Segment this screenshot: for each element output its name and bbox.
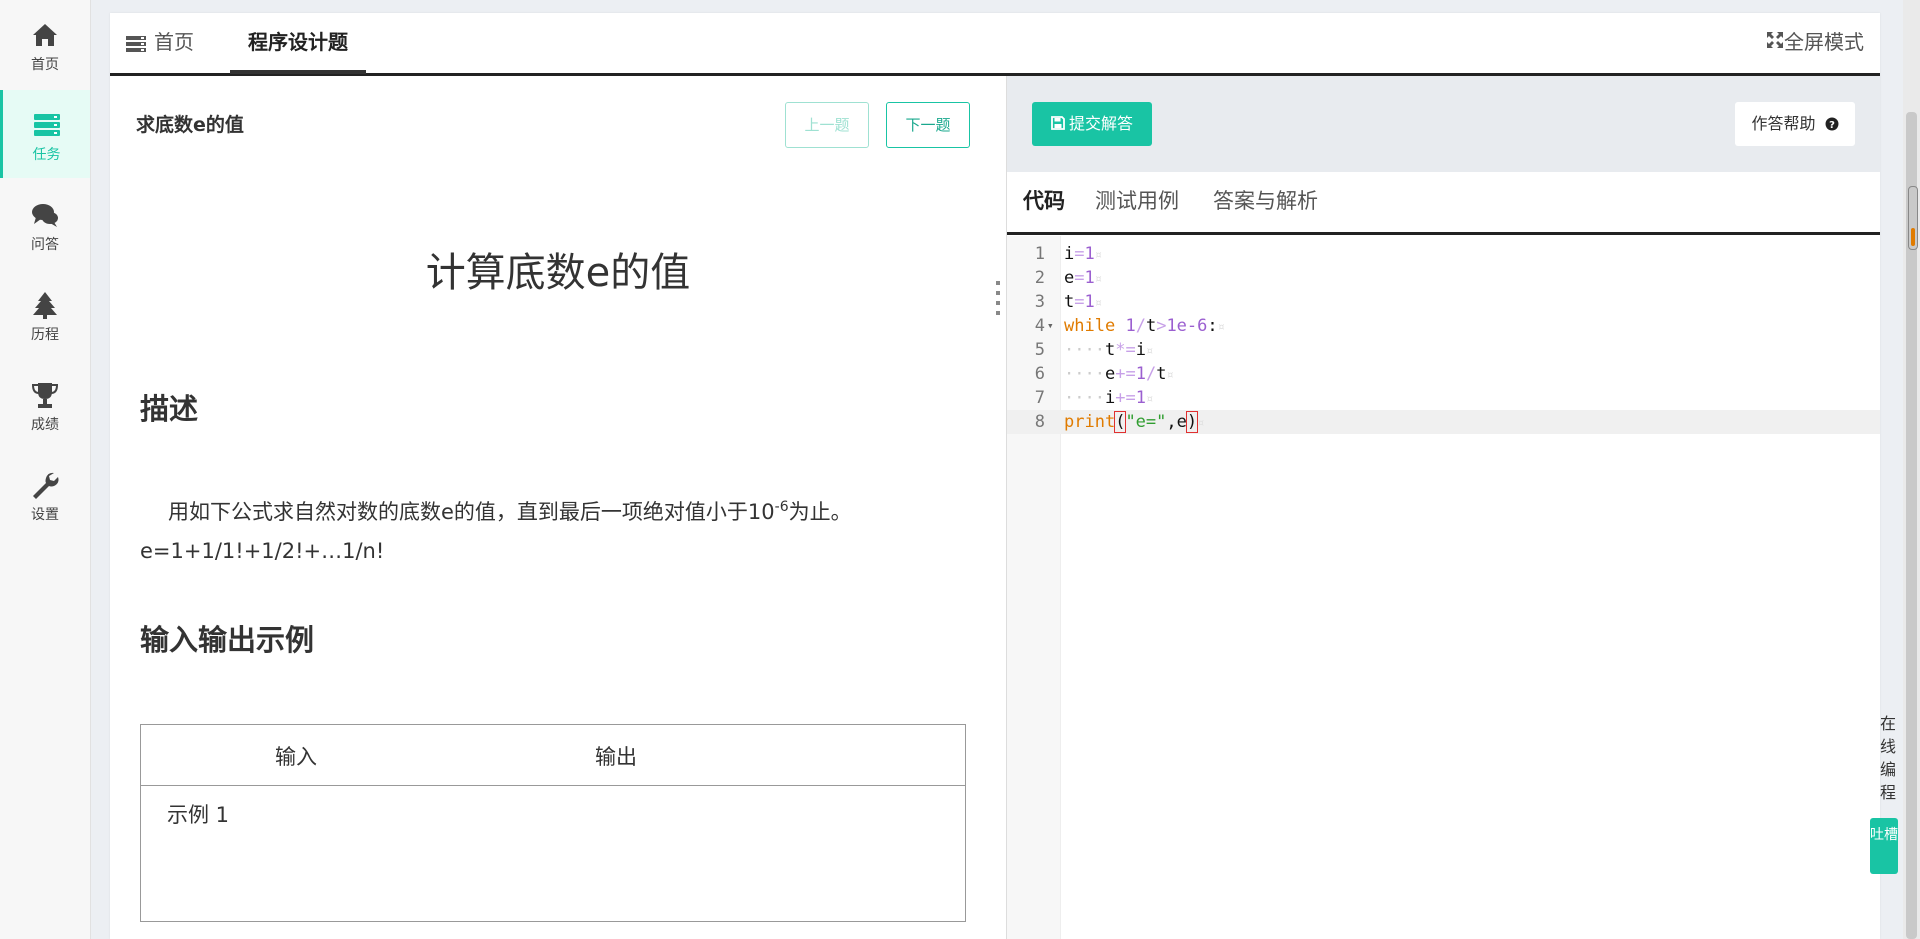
sidebar-item-label: 设置: [31, 507, 59, 523]
tree-icon: [33, 292, 57, 319]
question-circle-icon: ?: [1825, 117, 1839, 131]
prev-question-button[interactable]: 上一题: [785, 102, 869, 148]
desc-text: 为止。: [788, 500, 852, 524]
sidebar: 首页 任务 问答 历程 成绩 设置: [0, 0, 91, 939]
sidebar-item-settings[interactable]: 设置: [0, 450, 90, 538]
expand-icon: [1767, 32, 1783, 48]
tab-answer-analysis[interactable]: 答案与解析: [1213, 172, 1318, 232]
trophy-icon: [31, 383, 59, 408]
svg-text:?: ?: [1829, 120, 1835, 131]
list-icon: [126, 35, 146, 52]
scroll-indicator: [1908, 186, 1918, 250]
code-line[interactable]: 8 print("e=",e)¤: [1007, 410, 1880, 434]
tab-programming[interactable]: 程序设计题: [230, 13, 366, 74]
tab-home[interactable]: 首页: [126, 13, 194, 73]
problem-title: 求底数e的值: [136, 114, 244, 136]
problem-heading: 计算底数e的值: [425, 250, 691, 296]
description-line1: 用如下公式求自然对数的底数e的值，直到最后一项绝对值小于10-6为止。: [168, 496, 852, 526]
wrench-icon: [33, 472, 59, 499]
table-header-input: 输入: [275, 745, 317, 769]
line-number: 3: [1034, 292, 1045, 312]
header-tabbar: 首页 程序设计题 全屏模式: [110, 13, 1880, 76]
sidebar-item-label: 历程: [31, 327, 59, 343]
submit-label: 提交解答: [1068, 114, 1133, 133]
code-text: ····i+=1¤: [1064, 388, 1154, 408]
io-example-table: 输入 输出 示例 1: [140, 724, 966, 922]
answer-help-button[interactable]: 作答帮助 ?: [1735, 102, 1855, 146]
comments-icon: [32, 204, 58, 227]
panel-resize-handle[interactable]: [996, 275, 1001, 323]
code-text: while 1/t>1e-6:¤: [1064, 316, 1225, 336]
description-formula: e=1+1/1!+1/2!+…1/n!: [140, 539, 385, 563]
line-number: 1: [1034, 244, 1045, 264]
code-editor[interactable]: 1 i=1¤ 2 e=1¤ 3 t=1¤ 4 ▾ while 1/t>1e-6:¤ 5 ····t*…: [1007, 236, 1880, 939]
editor-toolbar: 提交解答 作答帮助 ?: [1007, 76, 1880, 172]
problem-panel: 求底数e的值 上一题 下一题 计算底数e的值 描述 用如下公式求自然对数的底数e…: [110, 76, 1007, 939]
online-coding-label: 在线编程: [1879, 714, 1896, 802]
io-heading: 输入输出示例: [140, 623, 315, 657]
main-card: 首页 程序设计题 全屏模式 求底数e的值 上一题 下一题 计算底数e的值 描述 …: [110, 13, 1880, 939]
editor-panel: 提交解答 作答帮助 ? 代码 测试用例 答案与解析 1 i=1¤ 2 e=1¤ 3 t=1…: [1007, 76, 1880, 939]
line-number: 4: [1034, 316, 1045, 336]
code-text: i=1¤: [1064, 244, 1102, 264]
sidebar-item-grades[interactable]: 成绩: [0, 360, 90, 448]
line-number: 6: [1034, 364, 1045, 384]
code-line[interactable]: 4 ▾ while 1/t>1e-6:¤: [1007, 314, 1880, 338]
sidebar-item-label: 问答: [31, 237, 59, 253]
description-heading: 描述: [140, 392, 199, 426]
desc-superscript: -6: [774, 499, 789, 515]
line-number: 2: [1034, 268, 1045, 288]
sidebar-item-tasks[interactable]: 任务: [0, 90, 90, 178]
tab-label: 程序设计题: [248, 30, 348, 54]
save-icon: [1051, 116, 1065, 130]
sidebar-item-label: 成绩: [31, 417, 59, 433]
line-number: 8: [1034, 412, 1045, 432]
editor-tabs: 代码 测试用例 答案与解析: [1007, 172, 1880, 235]
sidebar-item-history[interactable]: 历程: [0, 270, 90, 358]
sidebar-item-label: 任务: [32, 147, 61, 163]
code-text: t=1¤: [1064, 292, 1102, 312]
tab-label: 首页: [154, 30, 194, 54]
code-line[interactable]: 6 ····e+=1/t¤: [1007, 362, 1880, 386]
code-line[interactable]: 3 t=1¤: [1007, 290, 1880, 314]
table-header-output: 输出: [595, 745, 637, 769]
line-number: 7: [1034, 388, 1045, 408]
fullscreen-button[interactable]: 全屏模式: [1766, 13, 1864, 73]
home-icon: [33, 24, 57, 46]
line-number: 5: [1034, 340, 1045, 360]
tab-code[interactable]: 代码: [1023, 172, 1065, 235]
tasks-icon: [33, 114, 60, 136]
code-text: print("e=",e)¤: [1064, 411, 1205, 433]
fold-arrow-icon[interactable]: ▾: [1047, 314, 1054, 338]
fullscreen-label: 全屏模式: [1784, 30, 1864, 54]
sidebar-item-home[interactable]: 首页: [0, 0, 90, 88]
desc-text: 用如下公式求自然对数的底数e的值，直到最后一项绝对值小于10: [168, 500, 775, 524]
code-line[interactable]: 5 ····t*=i¤: [1007, 338, 1880, 362]
submit-answer-button[interactable]: 提交解答: [1032, 102, 1152, 146]
sidebar-item-label: 首页: [31, 57, 59, 73]
code-text: e=1¤: [1064, 268, 1102, 288]
next-question-button[interactable]: 下一题: [886, 102, 970, 148]
code-line[interactable]: 2 e=1¤: [1007, 266, 1880, 290]
code-line[interactable]: 1 i=1¤: [1007, 242, 1880, 266]
table-header: 输入 输出: [141, 725, 965, 786]
help-label: 作答帮助: [1751, 114, 1816, 133]
tab-test-cases[interactable]: 测试用例: [1095, 172, 1179, 232]
code-text: ····e+=1/t¤: [1064, 364, 1174, 384]
table-row: 示例 1: [167, 803, 230, 827]
code-text: ····t*=i¤: [1064, 340, 1154, 360]
code-line[interactable]: 7 ····i+=1¤: [1007, 386, 1880, 410]
feedback-button[interactable]: 吐槽: [1870, 818, 1898, 874]
sidebar-item-qa[interactable]: 问答: [0, 180, 90, 268]
